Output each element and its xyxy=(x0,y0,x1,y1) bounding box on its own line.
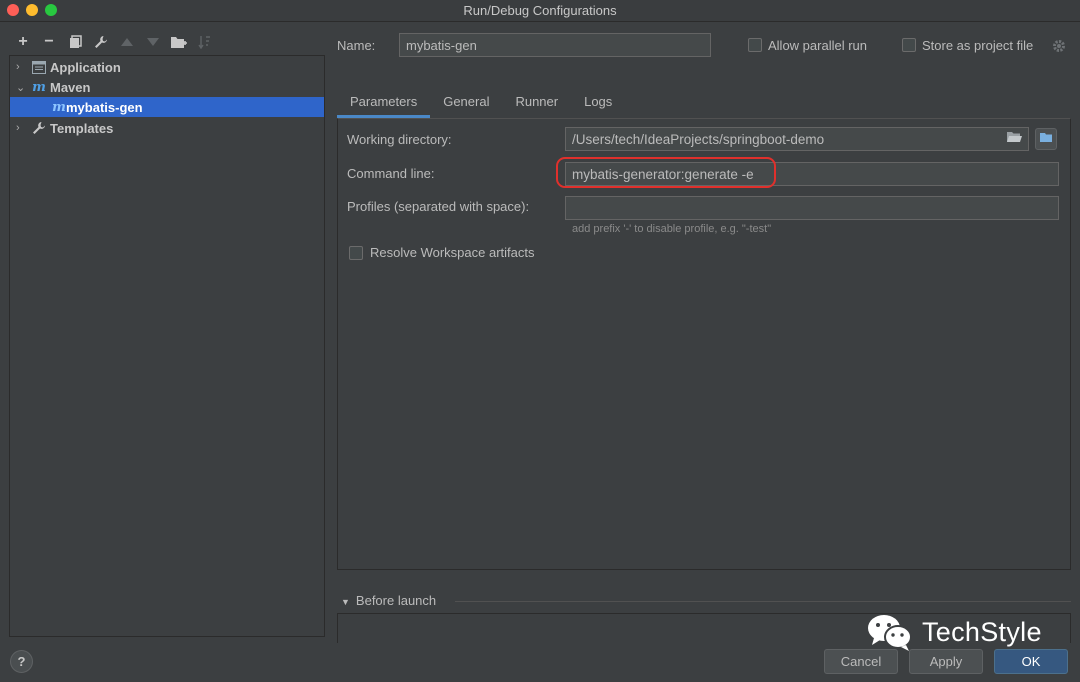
apply-button[interactable]: Apply xyxy=(909,649,983,674)
tree-item-templates[interactable]: › Templates xyxy=(10,118,324,138)
wrench-icon[interactable] xyxy=(88,32,114,52)
tab-logs[interactable]: Logs xyxy=(571,86,625,118)
profiles-field[interactable] xyxy=(565,196,1059,220)
move-up-icon[interactable] xyxy=(114,32,140,52)
section-divider xyxy=(455,601,1071,602)
collapse-arrow-icon[interactable]: ⌄ xyxy=(16,81,30,94)
remove-icon[interactable]: − xyxy=(36,32,62,52)
watermark: TechStyle xyxy=(866,612,1042,652)
tab-runner[interactable]: Runner xyxy=(502,86,571,118)
gear-icon[interactable] xyxy=(1052,39,1066,57)
add-icon[interactable]: + xyxy=(10,32,36,52)
collapse-triangle-icon: ▼ xyxy=(341,597,350,607)
maven-icon: m xyxy=(32,79,46,95)
config-tabs: Parameters General Runner Logs xyxy=(337,86,625,118)
expand-arrow-icon[interactable]: › xyxy=(16,61,30,73)
name-label: Name: xyxy=(337,38,376,53)
tab-general[interactable]: General xyxy=(430,86,502,118)
ok-button[interactable]: OK xyxy=(994,649,1068,674)
tree-item-label: mybatis-gen xyxy=(66,99,143,115)
wechat-icon xyxy=(868,615,912,651)
resolve-workspace-checkbox[interactable] xyxy=(349,246,363,260)
tab-parameters[interactable]: Parameters xyxy=(337,86,431,118)
expand-arrow-icon[interactable]: › xyxy=(16,122,30,134)
folder-icon[interactable] xyxy=(1007,131,1022,146)
store-project-file-label: Store as project file xyxy=(922,38,1034,53)
sort-icon[interactable] xyxy=(192,32,218,52)
allow-parallel-label: Allow parallel run xyxy=(768,38,867,53)
configuration-tree: › Application ⌄ m Maven m mybatis-gen › … xyxy=(9,55,325,637)
before-launch-section[interactable]: ▼ Before launch xyxy=(341,593,436,608)
tree-item-label: Maven xyxy=(50,79,91,95)
name-input[interactable] xyxy=(399,33,711,57)
config-toolbar: + − xyxy=(10,32,218,52)
resolve-workspace-label: Resolve Workspace artifacts xyxy=(370,245,535,260)
window-title: Run/Debug Configurations xyxy=(463,3,617,18)
before-launch-label: Before launch xyxy=(355,593,437,608)
tree-item-label: Templates xyxy=(50,120,114,136)
working-directory-label: Working directory: xyxy=(347,132,452,147)
application-icon xyxy=(30,60,48,74)
profiles-hint: add prefix '-' to disable profile, e.g. … xyxy=(572,223,772,235)
command-line-label: Command line: xyxy=(347,166,435,181)
new-folder-icon[interactable] xyxy=(166,32,192,52)
watermark-text: TechStyle xyxy=(922,616,1042,647)
tree-item-application[interactable]: › Application xyxy=(10,57,324,77)
maven-icon: m xyxy=(52,99,66,115)
store-project-file-checkbox[interactable] xyxy=(902,38,916,52)
profiles-label: Profiles (separated with space): xyxy=(347,199,530,214)
copy-icon[interactable] xyxy=(62,32,88,52)
parameters-panel: Working directory: /Users/tech/IdeaProje… xyxy=(337,118,1071,570)
highlight-ring xyxy=(556,157,776,188)
tree-item-mybatis-gen[interactable]: m mybatis-gen xyxy=(10,97,324,117)
browse-directory-button[interactable] xyxy=(1035,128,1057,150)
move-down-icon[interactable] xyxy=(140,32,166,52)
wrench-icon xyxy=(30,121,48,135)
cancel-button[interactable]: Cancel xyxy=(824,649,898,674)
tree-item-maven[interactable]: ⌄ m Maven xyxy=(10,77,324,97)
tree-item-label: Application xyxy=(50,59,121,75)
working-directory-field[interactable]: /Users/tech/IdeaProjects/springboot-demo xyxy=(565,127,1029,151)
title-bar: Run/Debug Configurations xyxy=(0,0,1080,22)
allow-parallel-checkbox[interactable] xyxy=(748,38,762,52)
help-button[interactable]: ? xyxy=(10,650,33,673)
